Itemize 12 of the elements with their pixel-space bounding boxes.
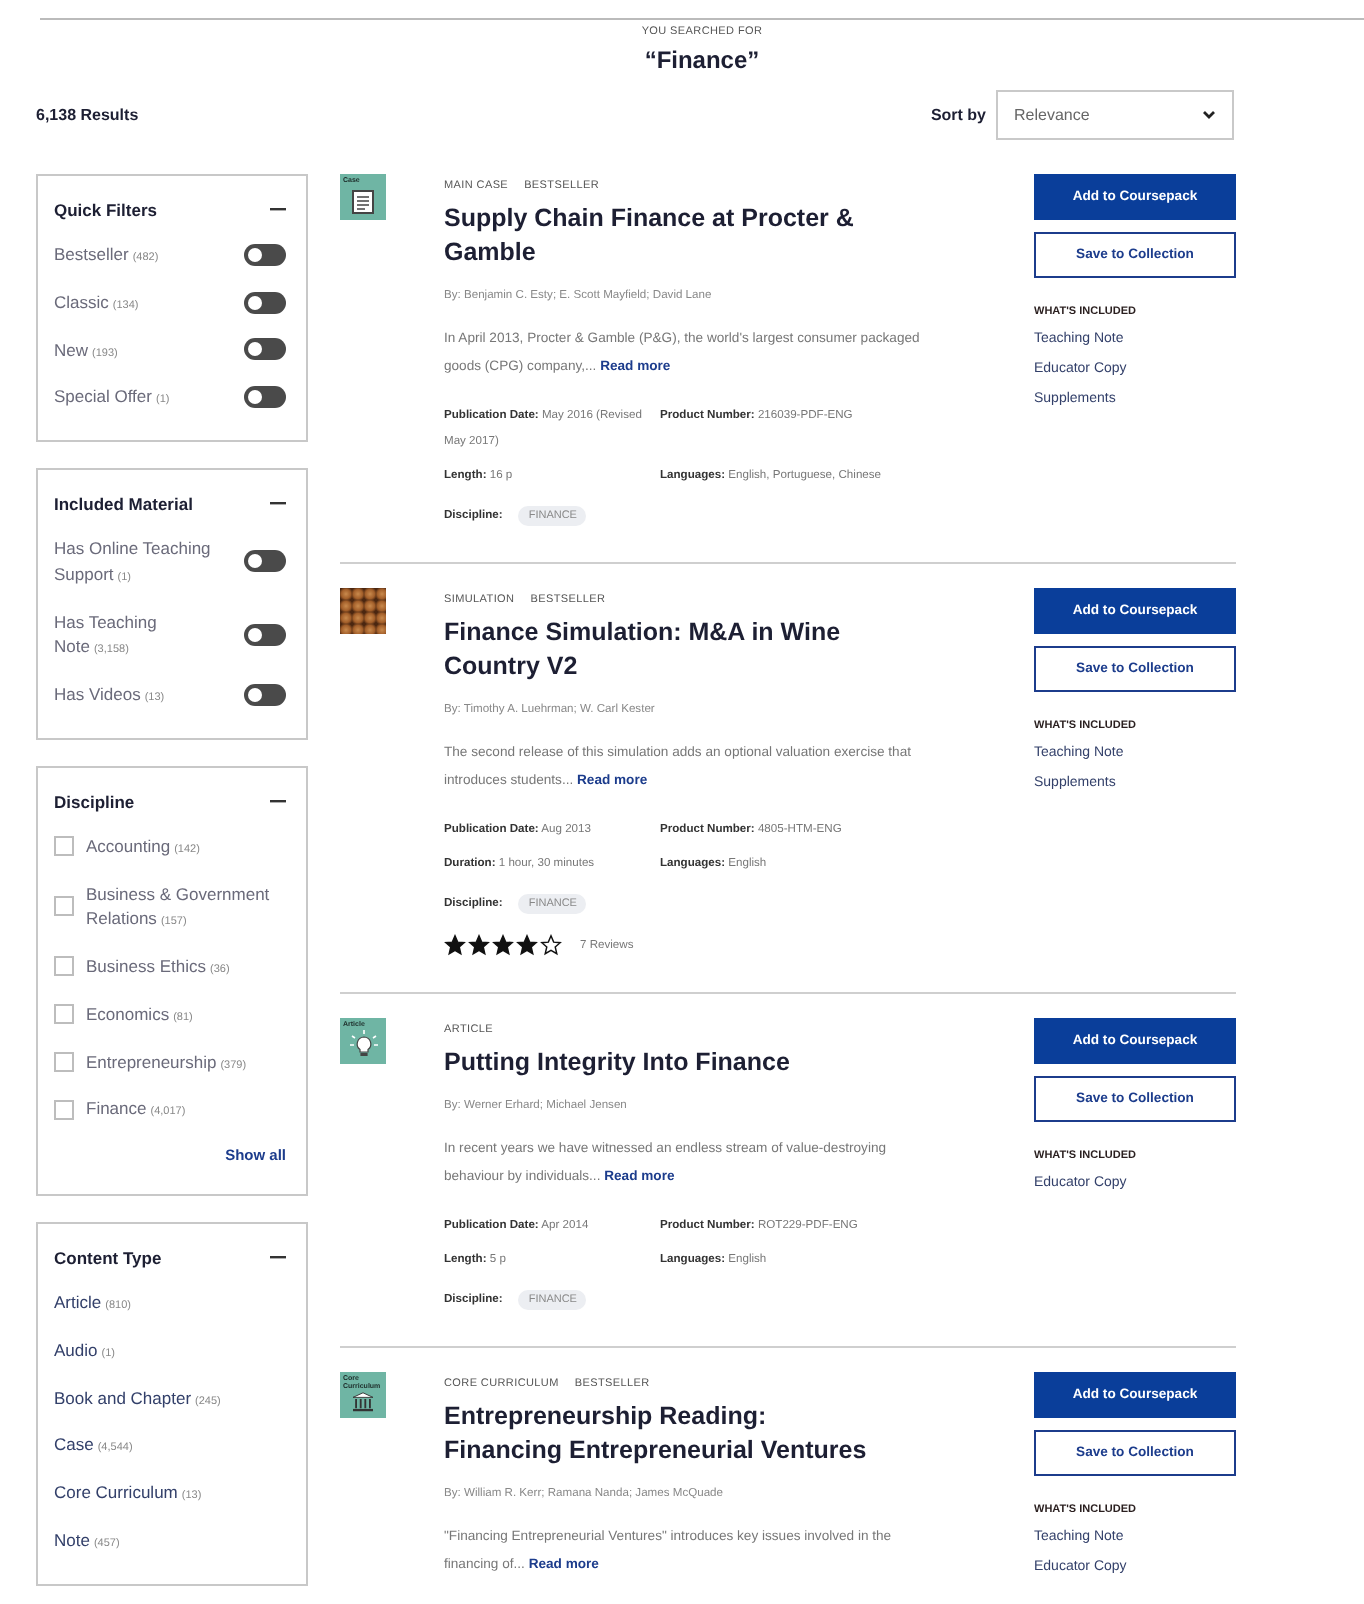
search-query: “Finance” <box>644 46 760 74</box>
panel-title: Quick Filters <box>54 200 157 220</box>
sort-dropdown[interactable]: Relevance <box>996 90 1234 140</box>
results-count: 6,138 Results <box>36 106 141 124</box>
panel-title: Discipline <box>54 791 135 812</box>
panel-title: Content Type <box>54 1248 162 1268</box>
result-title[interactable]: Finance Simulation: M&A in Wine Country V2 <box>444 616 888 684</box>
result-title[interactable]: Entrepreneurship Reading: Financing Entrepreneurial Ventures <box>444 1400 888 1468</box>
result-title[interactable]: Supply Chain Finance at Procter & Gamble <box>444 202 888 270</box>
result-title[interactable]: Putting Integrity Into Finance <box>444 1046 888 1080</box>
panel-title: Included Material <box>54 494 193 514</box>
sort-label: Sort by <box>930 106 986 124</box>
